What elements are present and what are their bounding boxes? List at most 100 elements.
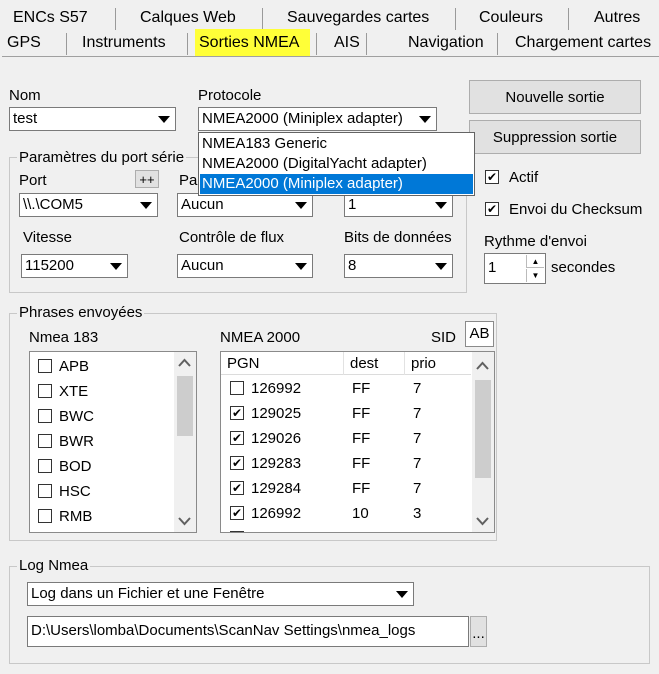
tab-ais[interactable]: AIS (334, 33, 360, 53)
nmea2000-table[interactable]: PGN dest prio 126992 FF 7 ✔ 129025 FF 7 ✔ 129026… (220, 351, 495, 533)
list-item[interactable]: HSC (30, 481, 170, 503)
column-header-pgn[interactable]: PGN (227, 354, 260, 374)
checksum-checkbox[interactable]: ✔ (485, 202, 499, 216)
chevron-down-icon[interactable] (136, 195, 156, 215)
chevron-down-icon[interactable] (431, 256, 451, 276)
column-header-prio[interactable]: prio (411, 354, 436, 374)
port-combobox[interactable]: \\.\COM5 (19, 193, 158, 217)
spin-down-icon[interactable]: ▼ (526, 269, 544, 282)
pgn-checkbox[interactable] (230, 381, 244, 395)
databits-combobox[interactable]: 8 (344, 254, 453, 278)
flow-combobox[interactable]: Aucun (177, 254, 313, 278)
chevron-down-icon[interactable] (474, 515, 491, 527)
tab-chargement-cartes[interactable]: Chargement cartes (515, 33, 651, 53)
nmea2000-scrollbar[interactable] (472, 352, 494, 532)
log-path-field[interactable]: D:\Users\lomba\Documents\ScanNav Setting… (27, 616, 469, 647)
pgn-cell: 129026 (251, 430, 302, 447)
chevron-down-icon[interactable] (415, 109, 435, 129)
tab-autres[interactable]: Autres (594, 8, 640, 28)
rate-unit-label: secondes (551, 259, 616, 276)
chevron-down-icon[interactable] (431, 195, 451, 215)
log-mode-combobox[interactable]: Log dans un Fichier et une Fenêtre (27, 582, 414, 606)
protocol-option[interactable]: NMEA2000 (DigitalYacht adapter) (200, 154, 473, 174)
sentence-checkbox[interactable] (38, 359, 52, 373)
pgn-checkbox[interactable]: ✔ (230, 456, 244, 470)
delete-output-button[interactable]: Suppression sortie (469, 120, 641, 154)
sid-field[interactable]: AB (465, 321, 494, 347)
chevron-down-icon[interactable] (176, 515, 193, 527)
chevron-down-icon[interactable] (154, 109, 174, 129)
pgn-checkbox[interactable]: ✔ (230, 431, 244, 445)
pgn-checkbox[interactable]: ✔ (230, 481, 244, 495)
parity-combobox[interactable]: Aucun (177, 193, 313, 217)
port-add-button[interactable]: ++ (135, 170, 159, 188)
prio-cell: 7 (413, 480, 422, 497)
table-row[interactable]: ✔ 129284 FF 7 (221, 478, 471, 500)
sentence-checkbox[interactable] (38, 459, 52, 473)
tab-sorties-nmea[interactable]: Sorties NMEA (199, 33, 299, 53)
tab-encs-s57[interactable]: ENCs S57 (13, 8, 88, 28)
list-item[interactable]: APB (30, 356, 170, 378)
tab-gps[interactable]: GPS (7, 33, 41, 53)
sentence-checkbox[interactable] (38, 509, 52, 523)
browse-button[interactable]: ... (470, 616, 487, 647)
tab-separator (455, 8, 456, 30)
protocol-option[interactable]: NMEA183 Generic (200, 134, 473, 154)
tab-calques-web[interactable]: Calques Web (140, 8, 236, 28)
chevron-down-icon[interactable] (291, 256, 311, 276)
prio-cell: 3 (413, 505, 422, 522)
table-row[interactable]: ✔ 129026 FF 7 (221, 428, 471, 450)
active-checkbox[interactable]: ✔ (485, 170, 499, 184)
flow-value: Aucun (181, 257, 224, 274)
flow-label: Contrôle de flux (179, 229, 285, 246)
table-row[interactable]: ✔ 129025 10 3 (221, 528, 471, 532)
protocol-option[interactable]: NMEA2000 (Miniplex adapter) (200, 174, 473, 194)
dest-cell: 10 (352, 530, 369, 532)
tab-sauvegardes-cartes[interactable]: Sauvegardes cartes (287, 8, 429, 28)
list-item[interactable]: BWC (30, 406, 170, 428)
databits-value: 8 (348, 257, 357, 274)
sentence-checkbox[interactable] (38, 384, 52, 398)
speed-combobox[interactable]: 115200 (21, 254, 128, 278)
chevron-down-icon[interactable] (392, 584, 412, 604)
protocol-combobox[interactable]: NMEA2000 (Miniplex adapter) (198, 107, 437, 131)
protocol-dropdown-list[interactable]: NMEA183 Generic NMEA2000 (DigitalYacht ad… (198, 132, 475, 196)
nmea183-scroll-thumb[interactable] (177, 376, 193, 436)
pgn-checkbox[interactable]: ✔ (230, 531, 244, 532)
nmea2000-scroll-thumb[interactable] (475, 380, 491, 478)
checkmark-icon: ✔ (231, 431, 243, 445)
port-params-title: Paramètres du port série (17, 149, 187, 167)
table-row[interactable]: ✔ 129283 FF 7 (221, 453, 471, 475)
tab-couleurs[interactable]: Couleurs (479, 8, 543, 28)
sentence-checkbox[interactable] (38, 434, 52, 448)
column-header-dest[interactable]: dest (350, 354, 378, 374)
nmea183-scrollbar[interactable] (174, 352, 196, 532)
chevron-down-icon[interactable] (291, 195, 311, 215)
tab-navigation[interactable]: Navigation (408, 33, 484, 53)
name-combobox[interactable]: test (9, 107, 176, 131)
log-group (9, 566, 650, 664)
sentence-checkbox[interactable] (38, 409, 52, 423)
list-item[interactable]: WPL (30, 531, 170, 532)
chevron-up-icon[interactable] (474, 360, 491, 372)
table-row[interactable]: ✔ 126992 10 3 (221, 503, 471, 525)
nmea183-list[interactable]: APB XTE BWC BWR BOD HSC RMB WPL (29, 351, 197, 533)
pgn-checkbox[interactable]: ✔ (230, 406, 244, 420)
pgn-checkbox[interactable]: ✔ (230, 506, 244, 520)
prio-cell: 7 (413, 455, 422, 472)
table-row[interactable]: ✔ 129025 FF 7 (221, 403, 471, 425)
chevron-up-icon[interactable] (176, 357, 193, 369)
list-item[interactable]: RMB (30, 506, 170, 528)
table-row[interactable]: 126992 FF 7 (221, 378, 471, 400)
spin-up-icon[interactable]: ▲ (526, 255, 544, 268)
checkmark-icon: ✔ (486, 170, 498, 184)
sentence-checkbox[interactable] (38, 484, 52, 498)
rate-spinner[interactable]: 1 ▲ ▼ (484, 253, 546, 284)
tab-instruments[interactable]: Instruments (82, 33, 166, 53)
chevron-down-icon[interactable] (106, 256, 126, 276)
list-item[interactable]: XTE (30, 381, 170, 403)
stopbits-combobox[interactable]: 1 (344, 193, 453, 217)
list-item[interactable]: BOD (30, 456, 170, 478)
list-item[interactable]: BWR (30, 431, 170, 453)
new-output-button[interactable]: Nouvelle sortie (469, 80, 641, 114)
